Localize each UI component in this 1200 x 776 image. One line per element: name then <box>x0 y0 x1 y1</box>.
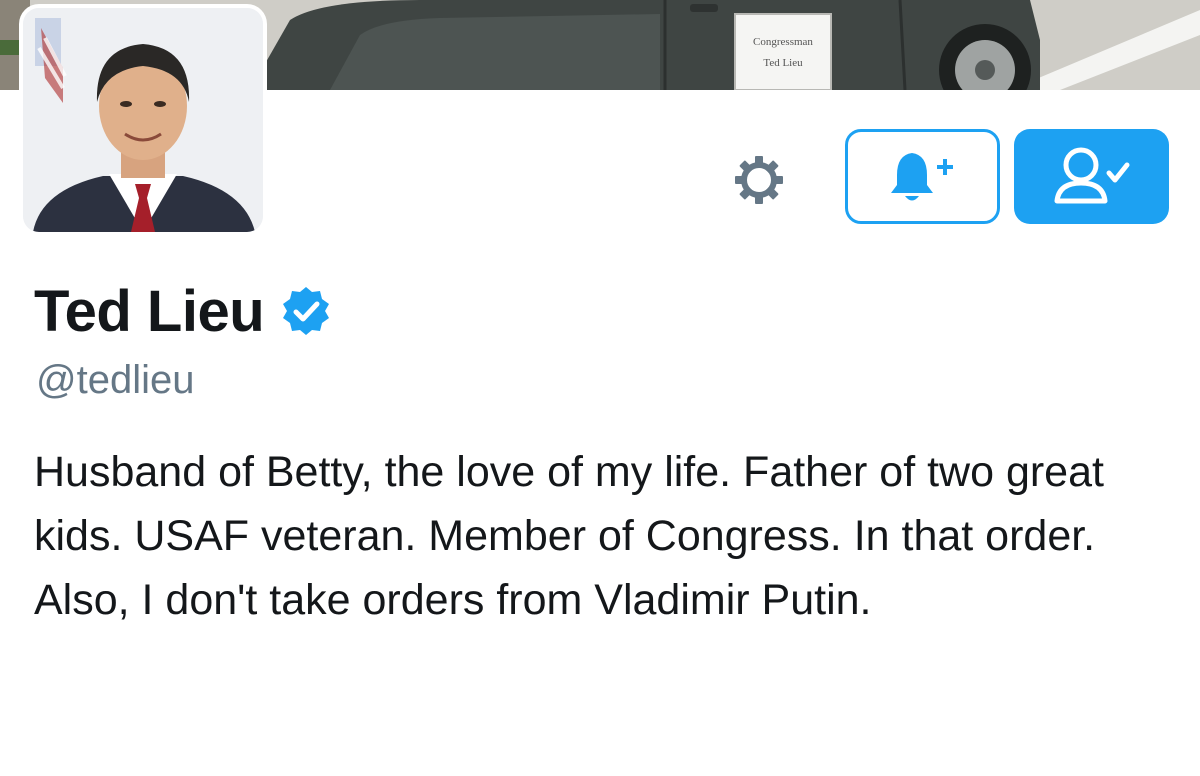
following-button[interactable] <box>1014 129 1169 224</box>
settings-button[interactable] <box>727 148 791 212</box>
banner-sign-line-2: Ted Lieu <box>763 57 803 69</box>
person-check-icon <box>1054 147 1129 203</box>
profile-bio: Husband of Betty, the love of my life. F… <box>34 448 1104 624</box>
profile-name-row: Ted Lieu <box>34 276 332 346</box>
avatar-photo <box>23 8 263 232</box>
profile-handle: @tedlieu <box>36 358 195 402</box>
banner-sign-line-1: Congressman <box>753 36 813 48</box>
gear-icon <box>735 156 783 204</box>
verified-badge-icon <box>280 285 332 337</box>
bell-plus-icon <box>890 152 953 200</box>
profile-avatar[interactable] <box>19 4 267 236</box>
display-name: Ted Lieu <box>34 278 265 344</box>
notifications-button[interactable] <box>845 129 1000 224</box>
